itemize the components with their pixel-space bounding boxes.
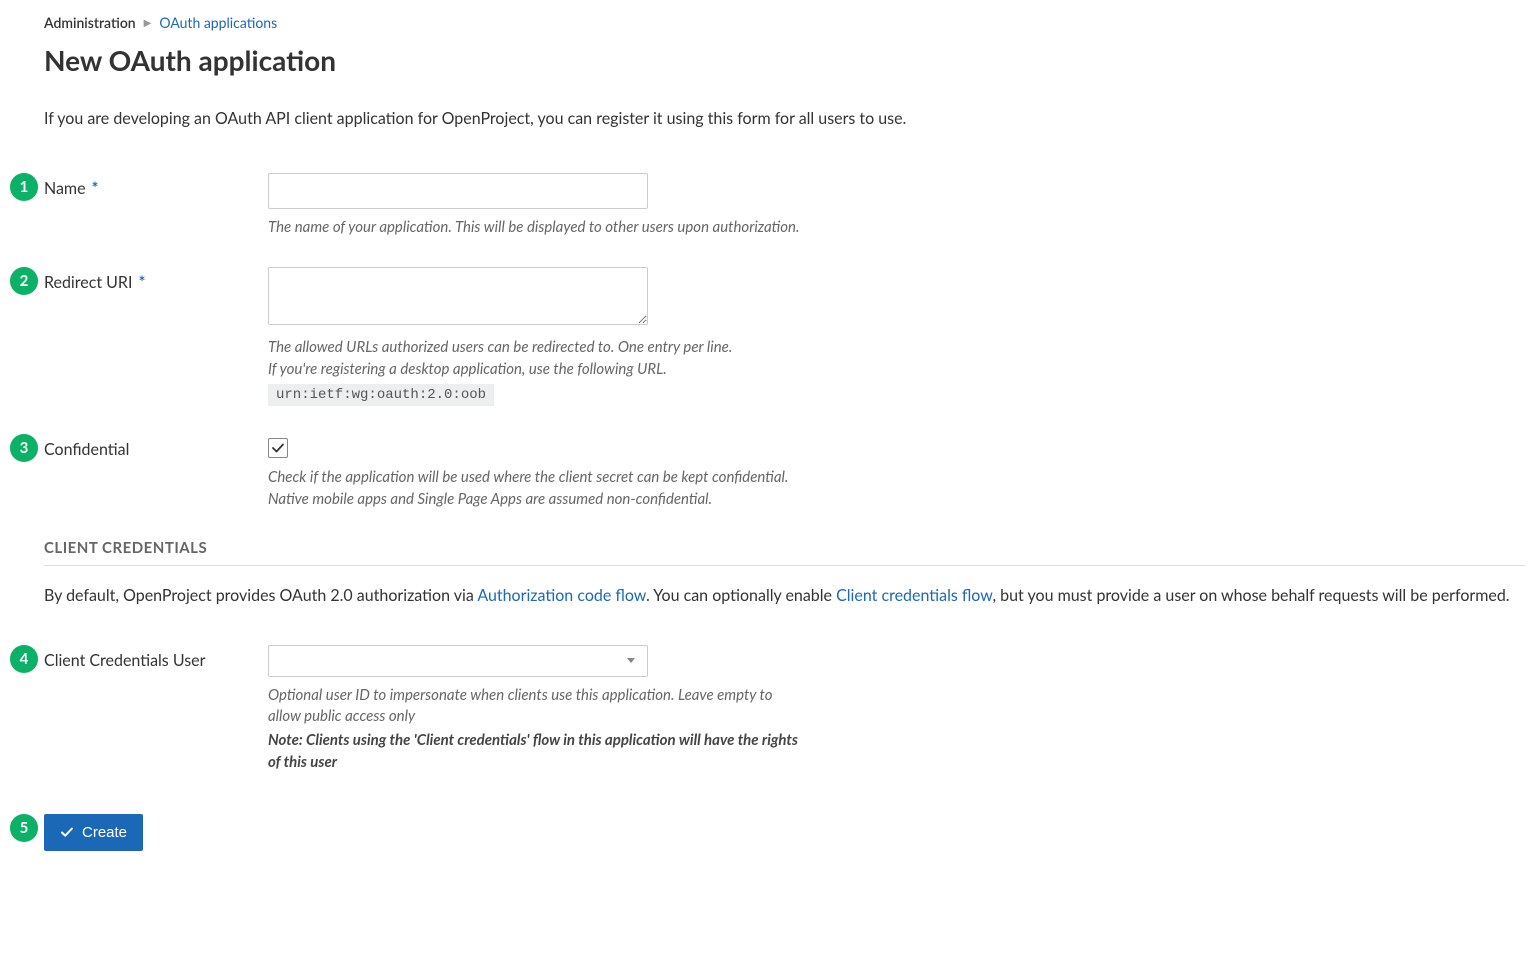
section-heading-client-credentials: CLIENT CREDENTIALS	[44, 539, 1525, 566]
redirect-urn-code: urn:ietf:wg:oauth:2.0:oob	[268, 384, 494, 406]
required-asterisk: *	[92, 179, 99, 198]
create-button-label: Create	[82, 824, 127, 841]
intro-text: If you are developing an OAuth API clien…	[44, 107, 1525, 131]
label-confidential-text: Confidential	[44, 440, 129, 459]
required-asterisk: *	[139, 273, 146, 292]
form-row-client-credentials-user: 4 Client Credentials User Optional user …	[44, 645, 1525, 774]
label-confidential: Confidential	[44, 434, 268, 459]
help-name: The name of your application. This will …	[268, 217, 808, 239]
callout-3: 3	[10, 434, 38, 462]
form-row-name: 1 Name * The name of your application. T…	[44, 173, 1525, 239]
link-client-credentials-flow[interactable]: Client credentials flow	[836, 586, 992, 605]
label-ccu: Client Credentials User	[44, 645, 268, 670]
help-redirect-1: The allowed URLs authorized users can be…	[268, 337, 808, 359]
check-icon	[60, 825, 74, 839]
client-credentials-user-select[interactable]	[268, 645, 648, 677]
callout-5: 5	[10, 814, 38, 842]
create-button[interactable]: Create	[44, 814, 143, 851]
callout-1: 1	[10, 173, 38, 201]
form-row-confidential: 3 Confidential Check if the application …	[44, 434, 1525, 511]
form-actions: 5 Create	[44, 814, 1525, 851]
section-description: By default, OpenProject provides OAuth 2…	[44, 584, 1525, 609]
link-auth-code-flow[interactable]: Authorization code flow	[477, 586, 646, 605]
help-ccu: Optional user ID to impersonate when cli…	[268, 685, 808, 729]
desc-pre: By default, OpenProject provides OAuth 2…	[44, 586, 477, 605]
help-redirect-2: If you're registering a desktop applicat…	[268, 359, 808, 381]
label-name: Name *	[44, 173, 268, 198]
name-input[interactable]	[268, 173, 648, 209]
callout-2: 2	[10, 267, 38, 295]
form-row-redirect: 2 Redirect URI * The allowed URLs author…	[44, 267, 1525, 407]
breadcrumb-root[interactable]: Administration	[44, 14, 136, 31]
note-ccu: Note: Clients using the 'Client credenti…	[268, 730, 808, 774]
check-icon	[271, 441, 285, 455]
breadcrumb: Administration ▶ OAuth applications	[44, 14, 1525, 31]
label-redirect: Redirect URI *	[44, 267, 268, 292]
chevron-down-icon	[627, 658, 635, 663]
label-name-text: Name	[44, 179, 86, 198]
breadcrumb-current[interactable]: OAuth applications	[159, 14, 277, 31]
callout-4: 4	[10, 645, 38, 673]
label-ccu-text: Client Credentials User	[44, 651, 205, 670]
redirect-input[interactable]	[268, 267, 648, 325]
page-title: New OAuth application	[44, 43, 1525, 77]
desc-post: , but you must provide a user on whose b…	[992, 586, 1509, 605]
confidential-checkbox[interactable]	[268, 438, 288, 458]
chevron-right-icon: ▶	[144, 17, 152, 29]
help-confidential: Check if the application will be used wh…	[268, 467, 808, 511]
desc-mid: . You can optionally enable	[646, 586, 836, 605]
label-redirect-text: Redirect URI	[44, 273, 132, 292]
